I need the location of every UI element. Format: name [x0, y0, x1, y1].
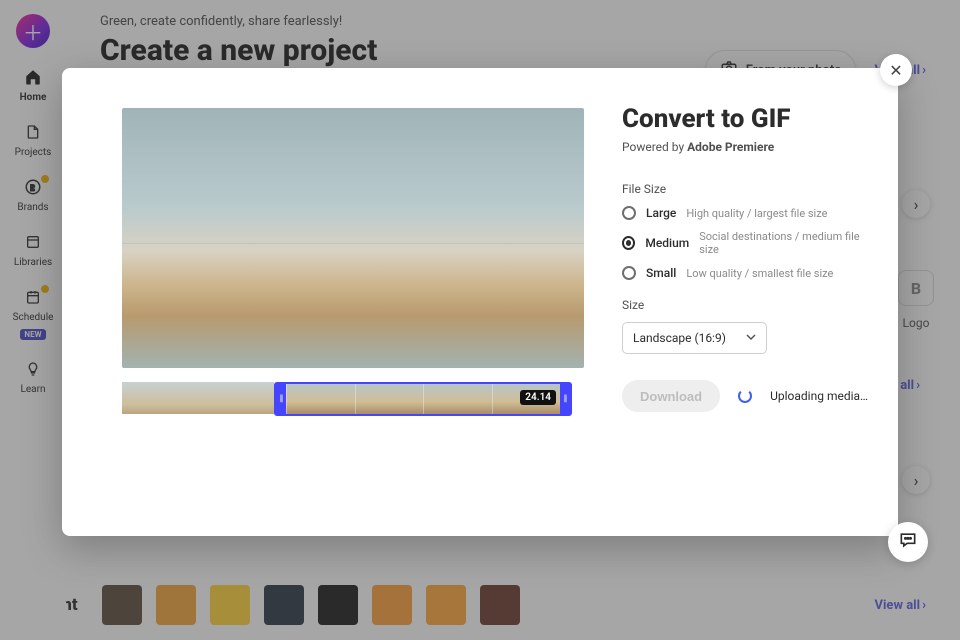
filesize-option-medium[interactable]: Medium Social destinations / medium file … [622, 230, 870, 256]
dialog-title: Convert to GIF [622, 104, 870, 134]
close-icon: ✕ [889, 61, 902, 80]
close-button[interactable]: ✕ [880, 54, 912, 86]
timecode-badge: 24.14 [520, 390, 556, 405]
size-section-label: Size [622, 298, 870, 312]
radio-icon [622, 206, 636, 220]
timeline-unselected [122, 382, 274, 414]
radio-hint: High quality / largest file size [686, 207, 827, 220]
trim-handle-left[interactable]: || [276, 384, 286, 414]
filesize-option-small[interactable]: Small Low quality / smallest file size [622, 266, 870, 280]
radio-icon [622, 236, 635, 250]
timeline-frame [355, 384, 424, 414]
timeline-frame [423, 384, 492, 414]
trim-timeline[interactable]: || || 24.14 [122, 382, 572, 416]
radio-hint: Social destinations / medium file size [699, 230, 870, 256]
feedback-button[interactable] [888, 522, 928, 562]
timeline-frame [286, 384, 355, 414]
filesize-option-large[interactable]: Large High quality / largest file size [622, 206, 870, 220]
size-select[interactable]: Landscape (16:9) [622, 322, 767, 354]
video-preview[interactable] [122, 108, 584, 368]
timeline-selection[interactable]: || || 24.14 [274, 382, 572, 416]
radio-label: Small [646, 266, 676, 280]
spinner-icon [738, 389, 752, 403]
radio-label: Large [646, 206, 676, 220]
download-button[interactable]: Download [622, 380, 720, 412]
trim-handle-right[interactable]: || [560, 384, 570, 414]
radio-hint: Low quality / smallest file size [686, 267, 833, 280]
convert-gif-dialog: ✕ || || 24.14 Conver [62, 68, 898, 536]
powered-by-text: Powered by Adobe Premiere [622, 140, 870, 154]
size-select-value: Landscape (16:9) [633, 331, 726, 345]
chat-icon [898, 530, 918, 554]
filesize-section-label: File Size [622, 182, 870, 196]
radio-icon [622, 266, 636, 280]
uploading-status: Uploading media… [770, 389, 868, 403]
radio-label: Medium [645, 236, 689, 250]
chevron-down-icon [746, 331, 756, 345]
